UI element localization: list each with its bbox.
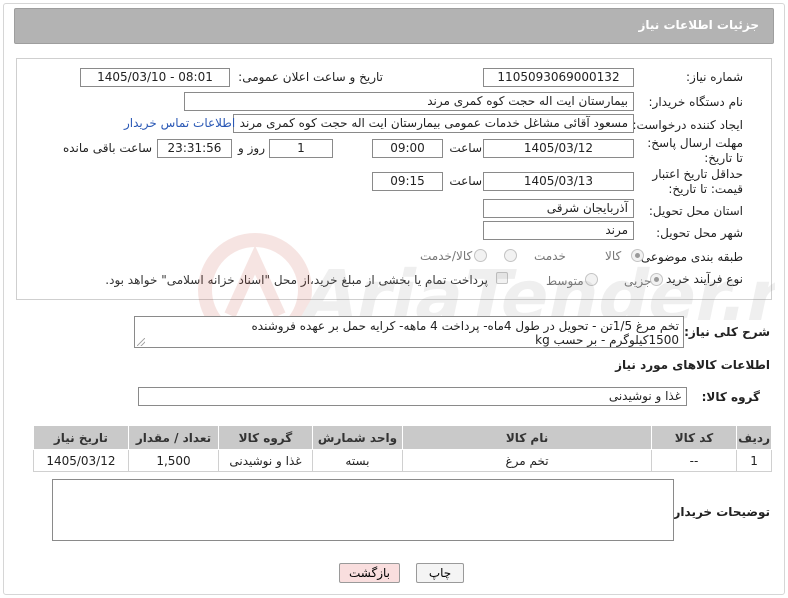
column-header-item-code: کد کالا [650,425,738,450]
need-number-label: شماره نیاز: [686,70,743,84]
creator-label: ایجاد کننده درخواست: [632,118,743,132]
deadline-date-field[interactable]: 1405/03/12 [483,139,634,158]
description-label: شرح کلی نیاز: [684,325,770,339]
deadline-time-field[interactable]: 09:00 [372,139,443,158]
buyer-org-field[interactable]: بیمارستان ایت اله حجت کوه کمری مرند [184,92,634,111]
column-header-need-date: تاریخ نیاز [33,425,129,450]
process-option-medium: متوسط [546,274,584,288]
days-field[interactable]: 1 [269,139,333,158]
treasury-payment-note: پرداخت تمام یا بخشی از مبلغ خرید،از محل … [105,273,488,287]
remaining-time-label: ساعت باقی مانده [62,141,152,155]
category-option-goods: کالا [605,249,622,263]
description-textarea[interactable]: تخم مرغ 1/5تن - تحویل در طول 4ماه- پرداخ… [134,316,684,348]
process-option-minor: جزیی [624,274,652,288]
announce-date-label: تاریخ و ساعت اعلان عمومی: [238,70,383,84]
category-radio-goods-service[interactable] [474,249,487,262]
category-radio-service[interactable] [504,249,517,262]
column-header-unit: واحد شمارش [311,425,404,450]
back-button[interactable]: بازگشت [339,563,400,583]
days-label: روز و [238,141,265,155]
process-label: نوع فرآیند خرید : [658,272,743,286]
cell-row-number: 1 [736,449,772,472]
column-header-item-name: نام کالا [402,425,652,450]
deadline-time-label: ساعت [449,141,482,155]
goods-section-title: اطلاعات کالاهای مورد نیاز [615,358,770,372]
cell-need-date: 1405/03/12 [33,449,129,472]
resize-grip-icon[interactable] [137,338,145,346]
column-header-row-number: ردیف [736,425,772,450]
print-button[interactable]: چاپ [416,563,464,583]
announce-date-field[interactable]: 1405/03/10 - 08:01 [80,68,230,87]
remaining-time-field[interactable]: 23:31:56 [157,139,232,158]
deadline-label: مهلت ارسال پاسخ: تا تاریخ: [647,136,743,165]
category-radio-goods[interactable] [631,249,644,262]
price-validity-date-field[interactable]: 1405/03/13 [483,172,634,191]
goods-group-field[interactable]: غذا و نوشیدنی [138,387,687,406]
column-header-quantity: تعداد / مقدار [127,425,220,450]
price-validity-label: حداقل تاریخ اعتبار قیمت: تا تاریخ: [652,167,743,196]
cell-item-code: -- [650,449,738,472]
category-option-goods-service: کالا/خدمت [420,249,473,263]
creator-field[interactable]: مسعود آقائی مشاغل خدمات عمومی بیمارستان … [233,114,634,133]
price-validity-time-field[interactable]: 09:15 [372,172,443,191]
page-title: جزئیات اطلاعات نیاز [638,18,759,32]
price-validity-time-label: ساعت [449,174,482,188]
category-option-service: خدمت [534,249,566,263]
description-line-1: تخم مرغ 1/5تن - تحویل در طول 4ماه- پرداخ… [251,319,680,333]
city-label: شهر محل تحویل: [656,226,743,240]
need-number-field[interactable]: 1105093069000132 [483,68,634,87]
buyer-notes-label: توضیحات خریدار: [668,505,770,519]
header-bar: جزئیات اطلاعات نیاز [14,8,774,44]
province-field[interactable]: آذربایجان شرقی [483,199,634,218]
goods-group-label: گروه کالا: [701,390,760,404]
process-radio-minor[interactable] [650,273,663,286]
province-label: استان محل تحویل: [648,204,743,218]
contact-info-link[interactable]: اطلاعات تماس خریدار [124,116,235,130]
description-line-2: 1500کیلوگرم - بر حسب kg [535,333,679,347]
cell-item-group: غذا و نوشیدنی [218,449,313,472]
process-radio-medium[interactable] [585,273,598,286]
cell-quantity: 1,500 [127,449,220,472]
cell-item-name: تخم مرغ [402,449,652,472]
column-header-item-group: گروه کالا [218,425,313,450]
treasury-payment-checkbox[interactable] [496,272,508,284]
category-label: طبقه بندی موضوعی: [636,250,743,264]
buyer-notes-textarea[interactable] [52,479,674,541]
buyer-org-label: نام دستگاه خریدار: [648,95,744,109]
table-row[interactable]: 1 -- تخم مرغ بسته غذا و نوشیدنی 1,500 14… [33,449,772,472]
city-field[interactable]: مرند [483,221,634,240]
items-table: ردیف کد کالا نام کالا واحد شمارش گروه کا… [33,425,772,472]
table-header-row: ردیف کد کالا نام کالا واحد شمارش گروه کا… [33,425,772,450]
cell-unit: بسته [311,449,404,472]
